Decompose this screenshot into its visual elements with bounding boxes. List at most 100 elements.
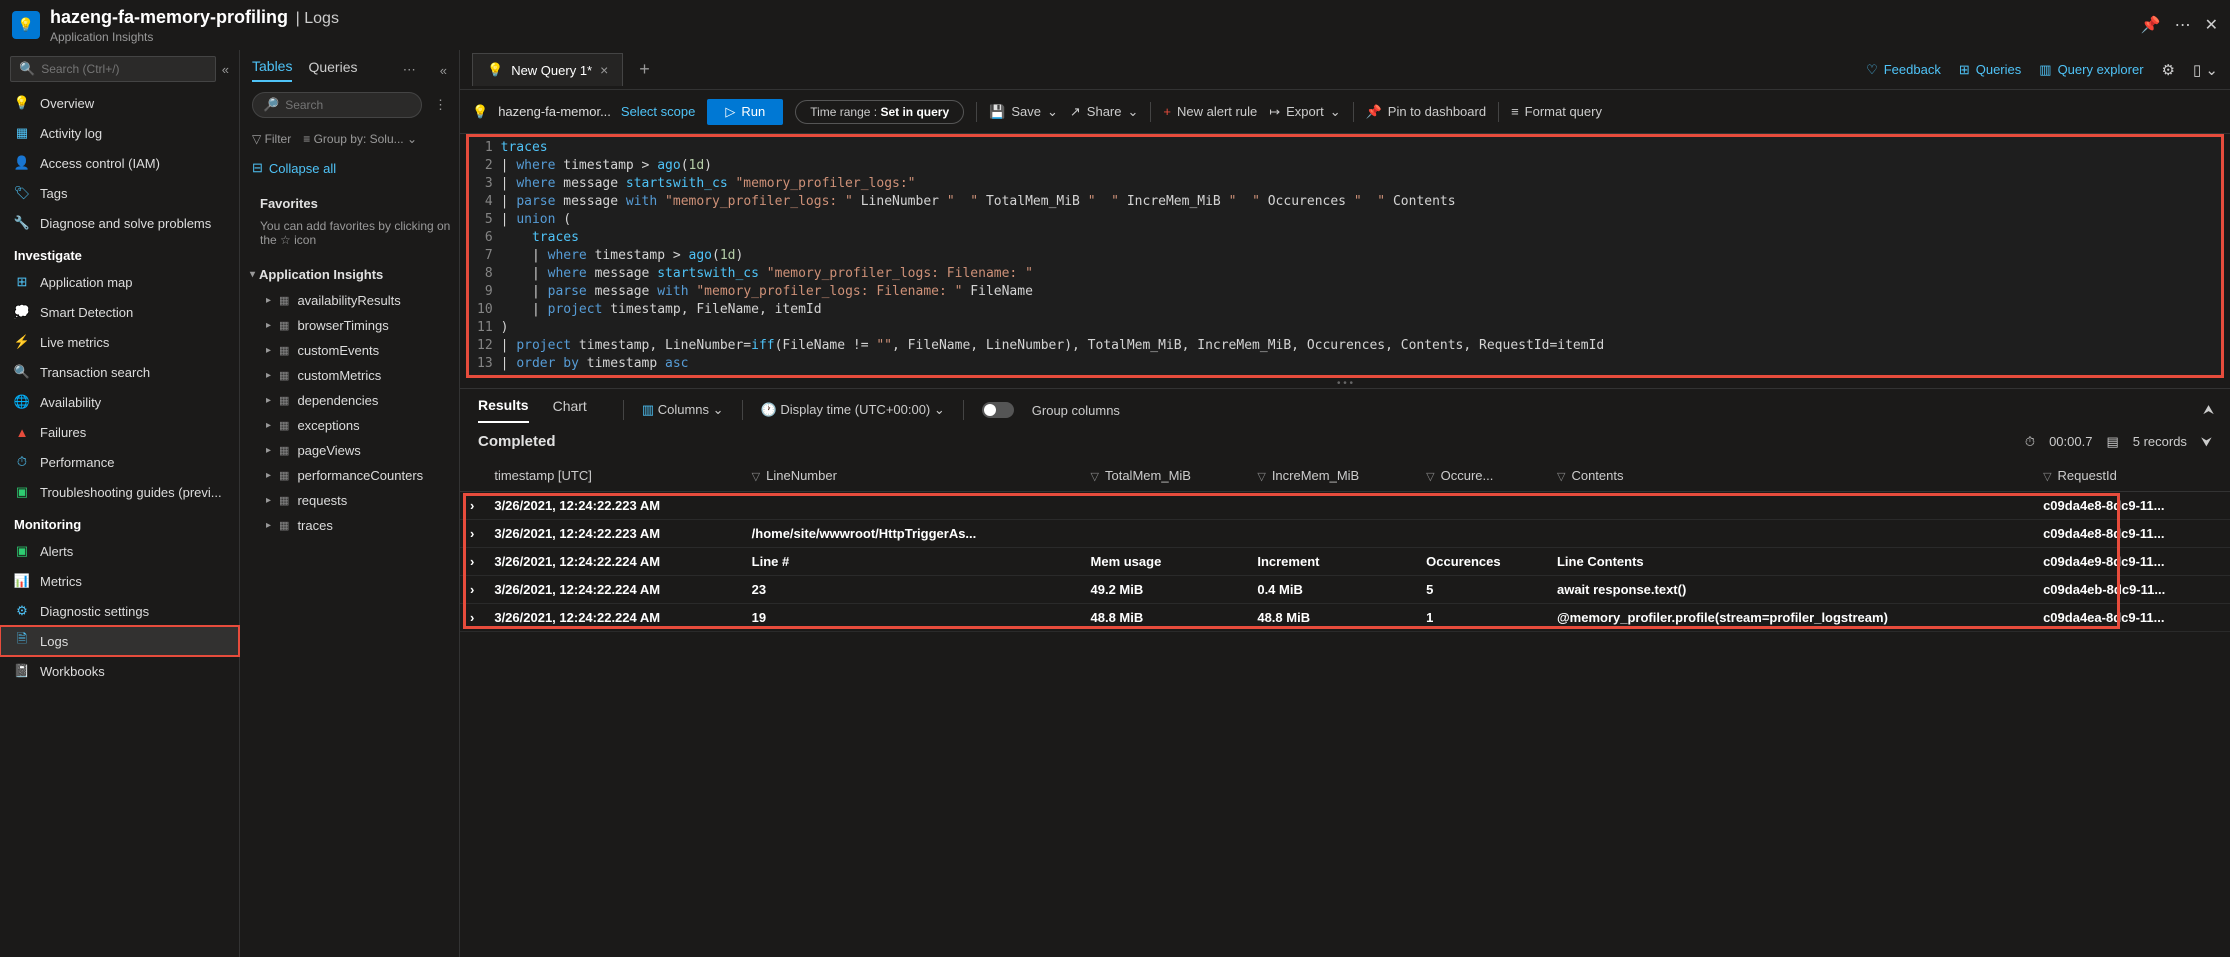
more-icon[interactable]: ⋯ <box>2175 15 2191 35</box>
expand-row-icon[interactable]: › <box>460 548 484 576</box>
nav-diagnostic-settings[interactable]: ⚙Diagnostic settings <box>0 596 239 626</box>
nav-activity-log[interactable]: ▦Activity log <box>0 118 239 148</box>
pin-icon[interactable]: 📌 <box>2141 15 2161 35</box>
collapse-mid-icon[interactable]: « <box>440 63 447 78</box>
nav-label: Troubleshooting guides (previ... <box>40 485 222 500</box>
tree-item-dependencies[interactable]: ▸▦dependencies <box>240 388 459 413</box>
nav-diagnose[interactable]: 🔧Diagnose and solve problems <box>0 208 239 238</box>
chart-tab[interactable]: Chart <box>553 398 587 422</box>
code-area[interactable]: traces | where timestamp > ago(1d) | whe… <box>501 139 2221 373</box>
search-more-icon[interactable]: ⋮ <box>434 97 459 113</box>
new-alert-button[interactable]: +New alert rule <box>1163 104 1257 119</box>
nav-failures[interactable]: ▲Failures <box>0 417 239 447</box>
cell-incremem: Increment <box>1247 548 1416 576</box>
results-tab[interactable]: Results <box>478 397 529 423</box>
tree-item-browserTimings[interactable]: ▸▦browserTimings <box>240 313 459 338</box>
nav-appmap[interactable]: ⊞Application map <box>0 267 239 297</box>
groupby-button[interactable]: ≡ Group by: Solu... ⌄ <box>303 132 417 146</box>
query-explorer-button[interactable]: ▥Query explorer <box>2039 62 2143 78</box>
nav-iam[interactable]: 👤Access control (IAM) <box>0 148 239 178</box>
expand-row-icon[interactable]: › <box>460 492 484 520</box>
col-timestamp[interactable]: timestamp [UTC] <box>484 460 741 492</box>
settings-icon[interactable]: ⚙ <box>2162 61 2175 79</box>
export-button[interactable]: ↦Export ⌄ <box>1269 104 1340 120</box>
add-tab-button[interactable]: + <box>631 59 658 80</box>
col-contents[interactable]: ▽Contents <box>1547 460 2033 492</box>
filter-icon[interactable]: ▽ <box>2043 471 2051 483</box>
nav-performance[interactable]: ⏱Performance <box>0 447 239 477</box>
tree-item-performanceCounters[interactable]: ▸▦performanceCounters <box>240 463 459 488</box>
filter-icon[interactable]: ▽ <box>1091 471 1099 483</box>
tables-search[interactable]: 🔎 <box>252 92 422 118</box>
nav-overview[interactable]: 💡Overview <box>0 88 239 118</box>
table-row[interactable]: ›3/26/2021, 12:24:22.224 AM2349.2 MiB0.4… <box>460 576 2230 604</box>
save-button[interactable]: 💾Save ⌄ <box>989 104 1058 120</box>
nav-alerts[interactable]: ▣Alerts <box>0 536 239 566</box>
cell-occurences <box>1416 492 1547 520</box>
expand-row-icon[interactable]: › <box>460 520 484 548</box>
tree-item-customMetrics[interactable]: ▸▦customMetrics <box>240 363 459 388</box>
nav-transaction-search[interactable]: 🔍Transaction search <box>0 357 239 387</box>
nav-availability[interactable]: 🌐Availability <box>0 387 239 417</box>
cell-totalmem: Mem usage <box>1081 548 1248 576</box>
display-time-button[interactable]: 🕐 Display time (UTC+00:00) ⌄ <box>761 402 945 418</box>
filter-icon[interactable]: ▽ <box>1257 471 1265 483</box>
nav-troubleshooting[interactable]: ▣Troubleshooting guides (previ... <box>0 477 239 507</box>
col-occurences[interactable]: ▽Occure... <box>1416 460 1547 492</box>
tab-queries[interactable]: Queries <box>308 59 357 81</box>
tree-item-traces[interactable]: ▸▦traces <box>240 513 459 538</box>
filter-icon[interactable]: ▽ <box>1557 471 1565 483</box>
nav-tags[interactable]: 🏷Tags <box>0 178 239 208</box>
tab-tables[interactable]: Tables <box>252 58 292 82</box>
filter-icon[interactable]: ▽ <box>752 471 760 483</box>
more-icon[interactable]: ⋯ <box>403 62 416 78</box>
table-row[interactable]: ›3/26/2021, 12:24:22.224 AMLine #Mem usa… <box>460 548 2230 576</box>
tree-group-appinsights[interactable]: ▾Application Insights <box>240 261 459 288</box>
sidebar-search-input[interactable] <box>41 62 207 76</box>
close-icon[interactable]: ✕ <box>2205 15 2218 35</box>
nav-metrics[interactable]: 📊Metrics <box>0 566 239 596</box>
tree-item-availabilityResults[interactable]: ▸▦availabilityResults <box>240 288 459 313</box>
expand-row-icon[interactable]: › <box>460 576 484 604</box>
collapse-all-button[interactable]: ⊟Collapse all <box>240 150 459 186</box>
col-totalmem[interactable]: ▽TotalMem_MiB <box>1081 460 1248 492</box>
nav-live-metrics[interactable]: ⚡Live metrics <box>0 327 239 357</box>
query-editor[interactable]: 12345678910111213 traces | where timesta… <box>469 137 2221 375</box>
share-button[interactable]: ↗Share ⌄ <box>1070 104 1139 120</box>
nav-logs[interactable]: 🗎Logs <box>0 626 239 656</box>
panel-icon[interactable]: ▯ ⌄ <box>2193 61 2218 79</box>
tree-item-requests[interactable]: ▸▦requests <box>240 488 459 513</box>
nav-smart-detection[interactable]: 💭Smart Detection <box>0 297 239 327</box>
queries-button[interactable]: ⊞Queries <box>1959 62 2021 78</box>
tree-item-exceptions[interactable]: ▸▦exceptions <box>240 413 459 438</box>
table-row[interactable]: ›3/26/2021, 12:24:22.223 AMc09da4e8-8dc9… <box>460 492 2230 520</box>
col-requestid[interactable]: ▽RequestId <box>2033 460 2230 492</box>
columns-button[interactable]: ▥ Columns ⌄ <box>642 402 724 418</box>
table-row[interactable]: ›3/26/2021, 12:24:22.224 AM1948.8 MiB48.… <box>460 604 2230 632</box>
tree-item-pageViews[interactable]: ▸▦pageViews <box>240 438 459 463</box>
table-row[interactable]: ›3/26/2021, 12:24:22.223 AM/home/site/ww… <box>460 520 2230 548</box>
expand-icon[interactable]: ⮟ <box>2201 434 2212 450</box>
run-button[interactable]: ▷Run <box>707 99 783 125</box>
format-query-button[interactable]: ≡Format query <box>1511 104 1602 119</box>
group-columns-toggle[interactable] <box>982 402 1014 418</box>
tree-item-customEvents[interactable]: ▸▦customEvents <box>240 338 459 363</box>
scroll-top-icon[interactable]: ⮝ <box>2203 402 2214 418</box>
explorer-icon: ▥ <box>2039 62 2051 78</box>
nav-workbooks[interactable]: 📓Workbooks <box>0 656 239 686</box>
resize-handle[interactable]: • • • <box>460 378 2230 388</box>
expand-row-icon[interactable]: › <box>460 604 484 632</box>
col-incremem[interactable]: ▽IncreMem_MiB <box>1247 460 1416 492</box>
feedback-button[interactable]: ♡Feedback <box>1866 62 1941 78</box>
close-tab-icon[interactable]: × <box>600 62 608 78</box>
filter-icon[interactable]: ▽ <box>1426 471 1434 483</box>
tables-search-input[interactable] <box>285 98 411 112</box>
pin-dashboard-button[interactable]: 📌Pin to dashboard <box>1366 104 1486 120</box>
sidebar-search[interactable]: 🔍 <box>10 56 216 82</box>
collapse-sidebar-icon[interactable]: « <box>222 62 229 77</box>
time-range-select[interactable]: Time range : Set in query <box>795 100 964 124</box>
col-linenumber[interactable]: ▽LineNumber <box>742 460 1081 492</box>
select-scope-link[interactable]: Select scope <box>621 104 695 119</box>
filter-button[interactable]: ▽ Filter <box>252 132 291 146</box>
query-tab-1[interactable]: 💡 New Query 1* × <box>472 53 623 86</box>
